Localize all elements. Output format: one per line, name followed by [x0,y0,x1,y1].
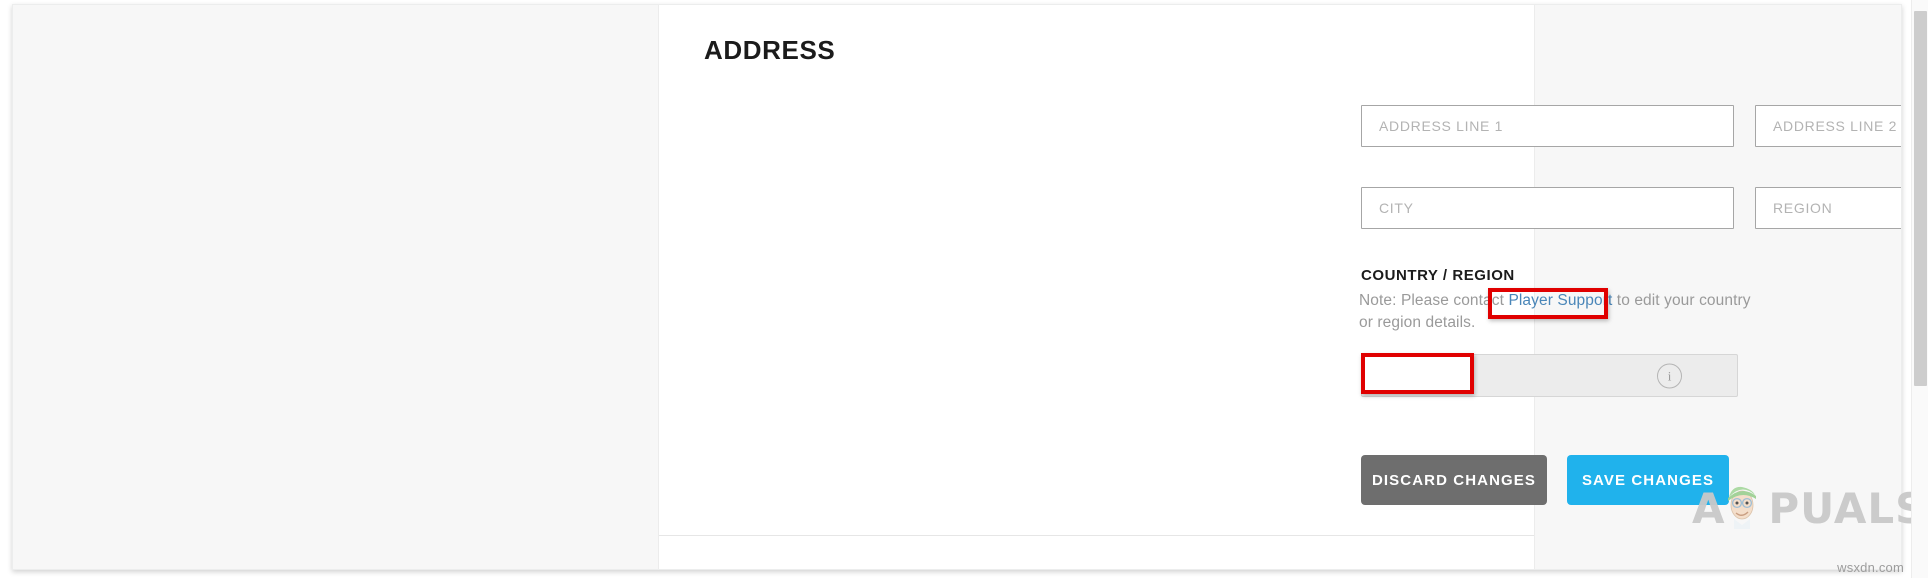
city-input[interactable]: CITY [1361,187,1734,229]
screenshot-root: ADDRESS ADDRESS LINE 1 ADDRESS LINE 2 CI… [0,0,1928,578]
info-icon[interactable]: i [1657,363,1682,388]
address-line-1-placeholder: ADDRESS LINE 1 [1379,118,1504,134]
region-input[interactable]: REGION [1755,187,1901,229]
player-support-highlight-box [1488,288,1608,319]
watermark-brand-suffix: PUALS [1768,484,1927,533]
mascot-face-icon [1728,486,1756,529]
address-section: ADDRESS ADDRESS LINE 1 ADDRESS LINE 2 CI… [659,5,1901,536]
discard-changes-button[interactable]: DISCARD CHANGES [1361,455,1547,505]
city-placeholder: CITY [1379,200,1414,216]
address-line-2-input[interactable]: ADDRESS LINE 2 [1755,105,1901,147]
site-credit-text: wsxdn.com [1837,560,1904,575]
country-region-label: COUNTRY / REGION [1361,267,1515,284]
page-title: ADDRESS [704,35,836,65]
watermark-brand-prefix: A [1692,484,1726,533]
address-line-2-placeholder: ADDRESS LINE 2 [1773,118,1898,134]
vertical-scrollbar[interactable] [1911,0,1928,578]
region-placeholder: REGION [1773,200,1833,216]
account-content-card: ADDRESS ADDRESS LINE 1 ADDRESS LINE 2 CI… [658,5,1901,569]
country-field-highlight-box [1361,353,1474,394]
address-line-1-input[interactable]: ADDRESS LINE 1 [1361,105,1734,147]
next-section-placeholder [659,537,1534,569]
page-canvas: ADDRESS ADDRESS LINE 1 ADDRESS LINE 2 CI… [12,4,1902,570]
scrollbar-thumb[interactable] [1914,11,1927,386]
appuals-watermark: AMPUALS [1692,484,1925,533]
note-text-before: Note: Please contact [1359,292,1509,309]
